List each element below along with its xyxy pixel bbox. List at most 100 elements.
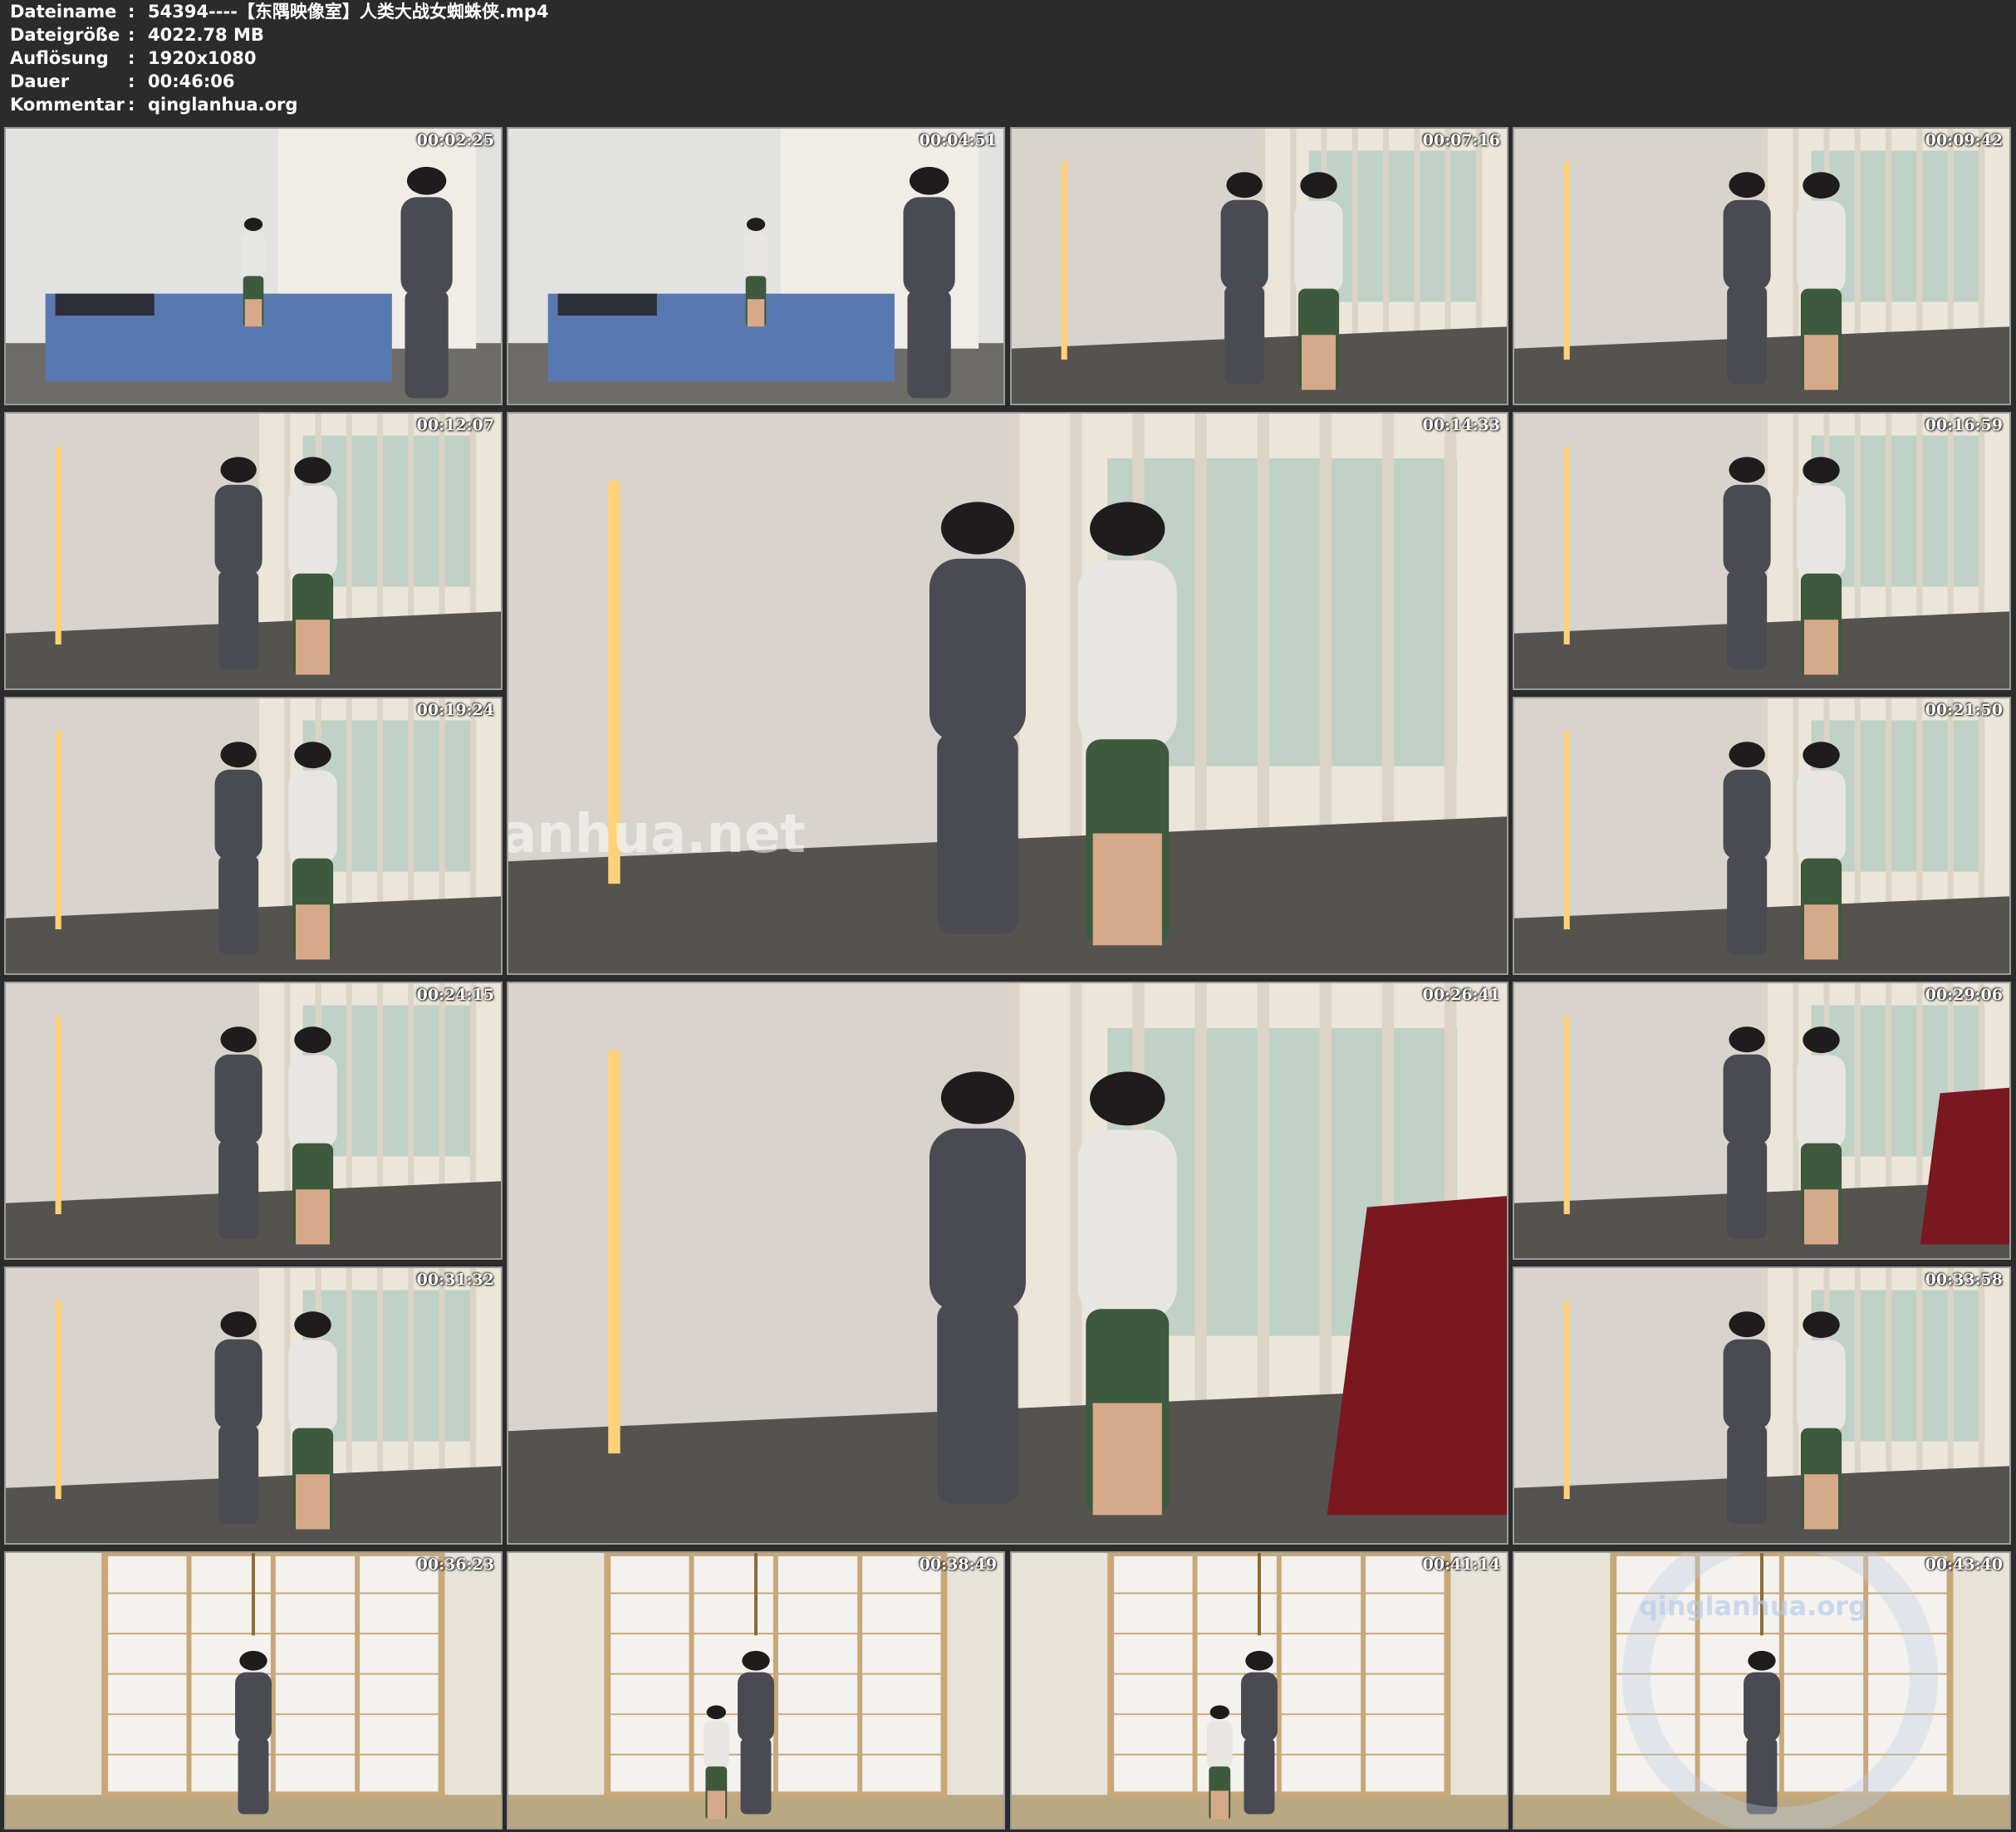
person-figure bbox=[1723, 742, 1771, 954]
person-figure bbox=[288, 1026, 337, 1245]
info-value: 4022.78 MB bbox=[148, 25, 264, 45]
video-thumbnail[interactable]: 00:36:23 bbox=[4, 1551, 503, 1830]
thumbnail-timestamp: 00:24:15 bbox=[416, 986, 494, 1004]
info-label: Dateigröße bbox=[10, 25, 120, 45]
thumbnail-timestamp: 00:16:59 bbox=[1925, 416, 2003, 434]
video-thumbnail[interactable]: 00:02:25 bbox=[4, 127, 503, 405]
person-figure bbox=[214, 742, 262, 954]
info-separator: : bbox=[128, 95, 135, 115]
thumbnail-frame-image bbox=[6, 983, 501, 1258]
video-thumbnail[interactable]: 00:07:16 bbox=[1010, 127, 1508, 405]
thumbnail-timestamp: 00:29:06 bbox=[1925, 986, 2003, 1004]
info-value: 00:46:06 bbox=[148, 71, 235, 91]
thumbnail-timestamp: 00:33:58 bbox=[1925, 1271, 2003, 1289]
person-figure bbox=[929, 1071, 1026, 1504]
person-figure bbox=[288, 1311, 337, 1530]
video-thumbnail[interactable]: 00:24:15 bbox=[4, 982, 503, 1260]
person-figure bbox=[400, 166, 453, 399]
thumbnail-timestamp: 00:02:25 bbox=[416, 131, 494, 149]
thumbnail-timestamp: 00:19:24 bbox=[416, 701, 494, 719]
person-figure bbox=[1294, 172, 1343, 390]
video-thumbnail[interactable]: 00:31:32 bbox=[4, 1266, 503, 1545]
info-label: Auflösung bbox=[10, 48, 109, 68]
person-figure bbox=[743, 218, 768, 327]
person-figure bbox=[1797, 172, 1846, 390]
person-figure bbox=[1220, 172, 1268, 385]
thumbnail-timestamp: 00:38:49 bbox=[919, 1555, 997, 1574]
thumbnail-frame-image bbox=[1514, 129, 2009, 404]
info-separator: : bbox=[128, 2, 135, 22]
thumbnail-timestamp: 00:12:07 bbox=[416, 416, 494, 434]
video-thumbnail[interactable]: 00:33:58 bbox=[1513, 1266, 2011, 1545]
info-value: qinglanhua.org bbox=[148, 95, 298, 115]
thumbnail-timestamp: 00:07:16 bbox=[1422, 131, 1500, 149]
person-figure bbox=[214, 1026, 262, 1239]
thumbnail-frame-image bbox=[6, 414, 501, 688]
thumbnail-frame-image bbox=[6, 129, 501, 404]
thumbnail-timestamp: 00:14:33 bbox=[1422, 416, 1500, 434]
thumbnail-grid: 00:02:25 00:04:51 00:07:16 00:09:42 00:12:07… bbox=[0, 125, 2016, 1832]
person-figure bbox=[1723, 1311, 1771, 1524]
video-thumbnail[interactable]: 00:29:06 bbox=[1513, 982, 2011, 1260]
video-thumbnail[interactable]: 00:09:42 bbox=[1513, 127, 2011, 405]
thumbnail-timestamp: 00:04:51 bbox=[919, 131, 997, 149]
thumbnail-frame-image bbox=[1012, 129, 1507, 404]
person-figure bbox=[738, 1650, 774, 1815]
person-figure bbox=[929, 502, 1026, 934]
video-thumbnail[interactable]: 00:41:14 bbox=[1010, 1551, 1508, 1830]
info-separator: : bbox=[128, 25, 135, 45]
video-thumbnail[interactable]: 00:19:24 bbox=[4, 697, 503, 975]
watermark-text: qinglanhua.org bbox=[1639, 1590, 1867, 1622]
watermark-text: qinglanhua.net bbox=[507, 804, 806, 865]
thumbnail-frame-image bbox=[508, 414, 1507, 973]
thumbnail-frame-image bbox=[6, 1268, 501, 1543]
video-thumbnail[interactable]: 00:43:40 qinglanhua.org bbox=[1513, 1551, 2011, 1830]
person-figure bbox=[703, 1705, 729, 1820]
thumbnail-timestamp: 00:41:14 bbox=[1422, 1555, 1500, 1574]
video-thumbnail[interactable]: 00:26:41 bbox=[507, 982, 1508, 1545]
person-figure bbox=[235, 1650, 272, 1815]
info-label: Dauer bbox=[10, 71, 70, 91]
thumbnail-frame-image bbox=[1514, 414, 2009, 688]
person-figure bbox=[1077, 1071, 1177, 1516]
video-thumbnail[interactable]: 00:16:59 bbox=[1513, 412, 2011, 690]
person-figure bbox=[1077, 502, 1177, 946]
person-figure bbox=[1797, 742, 1846, 960]
thumbnail-frame-image bbox=[1514, 1268, 2009, 1543]
thumbnail-timestamp: 00:26:41 bbox=[1422, 986, 1500, 1004]
thumbnail-frame-image bbox=[1514, 983, 2009, 1258]
person-figure bbox=[1206, 1705, 1233, 1820]
info-separator: : bbox=[128, 48, 135, 68]
person-figure bbox=[241, 218, 266, 327]
person-figure bbox=[1241, 1650, 1278, 1815]
thumbnail-frame-image bbox=[1514, 698, 2009, 973]
thumbnail-timestamp: 00:31:32 bbox=[416, 1271, 494, 1289]
thumbnail-frame-image bbox=[6, 1553, 501, 1828]
thumbnail-timestamp: 00:21:50 bbox=[1925, 701, 2003, 719]
person-figure bbox=[1723, 457, 1771, 669]
person-figure bbox=[288, 742, 337, 960]
thumbnail-frame-image bbox=[508, 1553, 1003, 1828]
video-thumbnail[interactable]: 00:21:50 bbox=[1513, 697, 2011, 975]
info-value: 1920x1080 bbox=[148, 48, 257, 68]
thumbnail-frame-image bbox=[1012, 1553, 1507, 1828]
person-figure bbox=[214, 1311, 262, 1524]
thumbnail-frame-image bbox=[508, 983, 1507, 1543]
info-label: Dateiname bbox=[10, 2, 117, 22]
person-figure bbox=[1797, 1311, 1846, 1530]
thumbnail-timestamp: 00:36:23 bbox=[416, 1555, 494, 1574]
video-thumbnail[interactable]: 00:14:33 qinglanhua.net bbox=[507, 412, 1508, 975]
video-thumbnail[interactable]: 00:12:07 bbox=[4, 412, 503, 690]
person-figure bbox=[1723, 1026, 1771, 1239]
thumbnail-timestamp: 00:43:40 bbox=[1925, 1555, 2003, 1574]
video-thumbnail[interactable]: 00:38:49 bbox=[507, 1551, 1005, 1830]
info-value: 54394----【东隅映像室】人类大战女蜘蛛侠.mp4 bbox=[148, 2, 549, 22]
thumbnail-frame-image bbox=[6, 698, 501, 973]
person-figure bbox=[214, 457, 262, 669]
person-figure bbox=[1797, 1026, 1846, 1245]
video-thumbnail[interactable]: 00:04:51 bbox=[507, 127, 1005, 405]
person-figure bbox=[288, 457, 337, 675]
info-label: Kommentar bbox=[10, 95, 125, 115]
person-figure bbox=[1797, 457, 1846, 675]
info-separator: : bbox=[128, 71, 135, 91]
